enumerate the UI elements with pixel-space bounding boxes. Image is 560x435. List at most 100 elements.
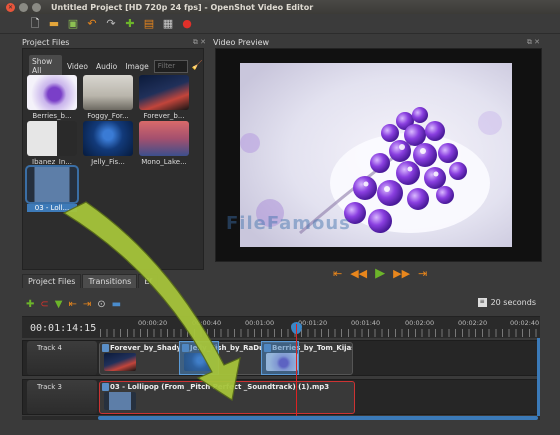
file-thumbnail xyxy=(83,75,133,110)
ruler-label: 00:02:40 xyxy=(510,319,540,327)
tab-effects[interactable]: Ef xyxy=(138,274,159,288)
ruler-label: 00:00:40 xyxy=(192,319,222,327)
transition-overlay[interactable] xyxy=(261,341,299,375)
file-thumbnail xyxy=(27,121,77,156)
filter-video[interactable]: Video xyxy=(64,60,91,73)
fullscreen-icon[interactable]: ▦ xyxy=(161,17,175,31)
previous-marker-icon[interactable]: ⇤ xyxy=(68,299,76,310)
file-name: Berries_b... xyxy=(32,112,72,120)
video-preview-title: Video Preview xyxy=(213,37,270,47)
file-filter-bar: Show All Video Audio Image 🧹 xyxy=(29,55,203,77)
zoom-level: ≡ 20 seconds xyxy=(477,298,536,307)
zoom-icon: ≡ xyxy=(477,298,487,307)
import-files-icon[interactable]: ✚ xyxy=(123,17,137,31)
main-toolbar: 🗋 ▬ ▣ ↶ ↷ ✚ ▤ ▦ ● xyxy=(0,14,560,34)
window-title: Untitled Project [HD 720p 24 fps] - Open… xyxy=(51,2,314,12)
snapping-icon[interactable]: ⊂ xyxy=(40,299,48,310)
ruler-label: 00:02:00 xyxy=(405,319,435,327)
scrollbar-thumb[interactable] xyxy=(98,416,538,420)
export-video-icon[interactable]: ● xyxy=(180,17,194,31)
project-files-title: Project Files xyxy=(22,37,70,47)
track-header[interactable]: Track 3 xyxy=(27,380,97,414)
file-name: Ibanez_In... xyxy=(32,158,72,166)
clear-filter-icon[interactable]: 🧹 xyxy=(192,61,203,71)
clip-thumbnail xyxy=(104,392,136,410)
watermark-text: FileFamous xyxy=(226,213,351,234)
clip-menu-icon[interactable] xyxy=(102,344,109,352)
ruler-ticks xyxy=(100,329,540,337)
ruler-label: 00:01:40 xyxy=(351,319,381,327)
project-files-header: Project Files ⧉ ✕ xyxy=(22,36,208,48)
ruler-label: 00:02:20 xyxy=(458,319,488,327)
tab-transitions[interactable]: Transitions xyxy=(82,274,138,288)
timeline-audio-clip[interactable]: 03 - Lollipop (From _Pitch Perfect _Soun… xyxy=(99,381,355,414)
file-name: Jelly_Fis... xyxy=(91,158,125,166)
undo-icon[interactable]: ↶ xyxy=(85,17,99,31)
file-name: Foggy_For... xyxy=(87,112,129,120)
track-row[interactable]: Track 3 03 - Lollipop (From _Pitch Perfe… xyxy=(22,379,540,415)
filter-show-all[interactable]: Show All xyxy=(29,55,62,77)
zoom-level-text: 20 seconds xyxy=(490,298,536,307)
open-project-icon[interactable]: ▬ xyxy=(47,17,61,31)
add-marker-icon[interactable]: ▼ xyxy=(55,299,63,310)
rewind-icon[interactable]: ◀◀ xyxy=(350,267,367,280)
file-thumbnail xyxy=(25,165,79,204)
transition-overlay[interactable] xyxy=(179,341,219,375)
track-row[interactable]: Track 4 Forever_by_Shady_S... Jelly_Fish… xyxy=(22,340,540,376)
clip-menu-icon[interactable] xyxy=(102,383,109,391)
center-timeline-icon[interactable]: ⊙ xyxy=(97,299,105,310)
add-track-icon[interactable]: ✚ xyxy=(26,299,34,310)
current-timecode: 00:01:14:15 xyxy=(30,323,97,334)
jump-to-start-icon[interactable]: ⇤ xyxy=(333,267,342,280)
file-thumbnail xyxy=(139,75,189,110)
clip-thumbnail xyxy=(104,353,136,371)
file-item[interactable]: Ibanez_In... xyxy=(27,121,77,166)
timeline-vertical-scrollbar[interactable] xyxy=(537,338,540,416)
clip-title: Forever_by_Shady_S... xyxy=(110,344,180,352)
file-name: 03 - Loll... xyxy=(27,204,77,212)
timeline-toolbar: ✚ ⊂ ▼ ⇤ ⇥ ⊙ ▬ ≡ 20 seconds xyxy=(22,296,540,312)
filter-image[interactable]: Image xyxy=(122,60,152,73)
dock-buttons-icon[interactable]: ⧉ ✕ xyxy=(527,38,540,47)
track-header[interactable]: Track 4 xyxy=(27,341,97,375)
timeline-ruler[interactable]: 00:01:14:15 00:00:20 00:00:40 00:01:00 0… xyxy=(22,316,540,338)
filter-audio[interactable]: Audio xyxy=(93,60,120,73)
timeline-clip[interactable]: Forever_by_Shady_S... xyxy=(99,342,181,375)
minimize-window-button[interactable] xyxy=(19,2,28,12)
play-icon[interactable]: ▶ xyxy=(375,266,385,281)
file-item[interactable]: Foggy_For... xyxy=(83,75,133,120)
track-name: Track 4 xyxy=(37,344,62,352)
track-name: Track 3 xyxy=(37,383,62,391)
ruler-label: 00:00:20 xyxy=(138,319,168,327)
playback-controls: ⇤ ◀◀ ▶ ▶▶ ⇥ xyxy=(333,266,427,281)
file-thumbnail xyxy=(139,121,189,156)
file-item[interactable]: Mono_Lake... xyxy=(139,121,189,166)
file-thumbnail xyxy=(83,121,133,156)
file-item[interactable]: Forever_b... xyxy=(139,75,189,120)
ruler-label: 00:01:20 xyxy=(298,319,328,327)
filter-input[interactable] xyxy=(153,59,188,73)
redo-icon[interactable]: ↷ xyxy=(104,17,118,31)
dock-buttons-icon[interactable]: ⧉ ✕ xyxy=(193,38,206,47)
file-item-selected[interactable]: 03 - Loll... xyxy=(25,165,79,212)
file-thumbnail xyxy=(27,75,77,110)
fast-forward-icon[interactable]: ▶▶ xyxy=(393,267,410,280)
maximize-window-button[interactable] xyxy=(32,2,41,12)
new-project-icon[interactable]: 🗋 xyxy=(28,17,42,31)
jump-to-end-icon[interactable]: ⇥ xyxy=(418,267,427,280)
tab-project-files[interactable]: Project Files xyxy=(22,274,82,288)
ruler-label: 00:01:00 xyxy=(245,319,275,327)
save-project-icon[interactable]: ▣ xyxy=(66,17,80,31)
bottom-dock-tabs: Project Files Transitions Ef xyxy=(22,274,159,288)
file-name: Forever_b... xyxy=(143,112,185,120)
file-name: Mono_Lake... xyxy=(141,158,187,166)
profile-icon[interactable]: ▤ xyxy=(142,17,156,31)
next-marker-icon[interactable]: ⇥ xyxy=(83,299,91,310)
file-item[interactable]: Jelly_Fis... xyxy=(83,121,133,166)
file-item[interactable]: Berries_b... xyxy=(27,75,77,120)
window-titlebar: ✕ Untitled Project [HD 720p 24 fps] - Op… xyxy=(0,0,560,14)
playhead-line[interactable] xyxy=(296,324,297,416)
close-window-button[interactable]: ✕ xyxy=(6,2,15,12)
timeline-horizontal-scrollbar[interactable] xyxy=(22,416,540,420)
zoom-slider-icon[interactable]: ▬ xyxy=(112,299,121,310)
